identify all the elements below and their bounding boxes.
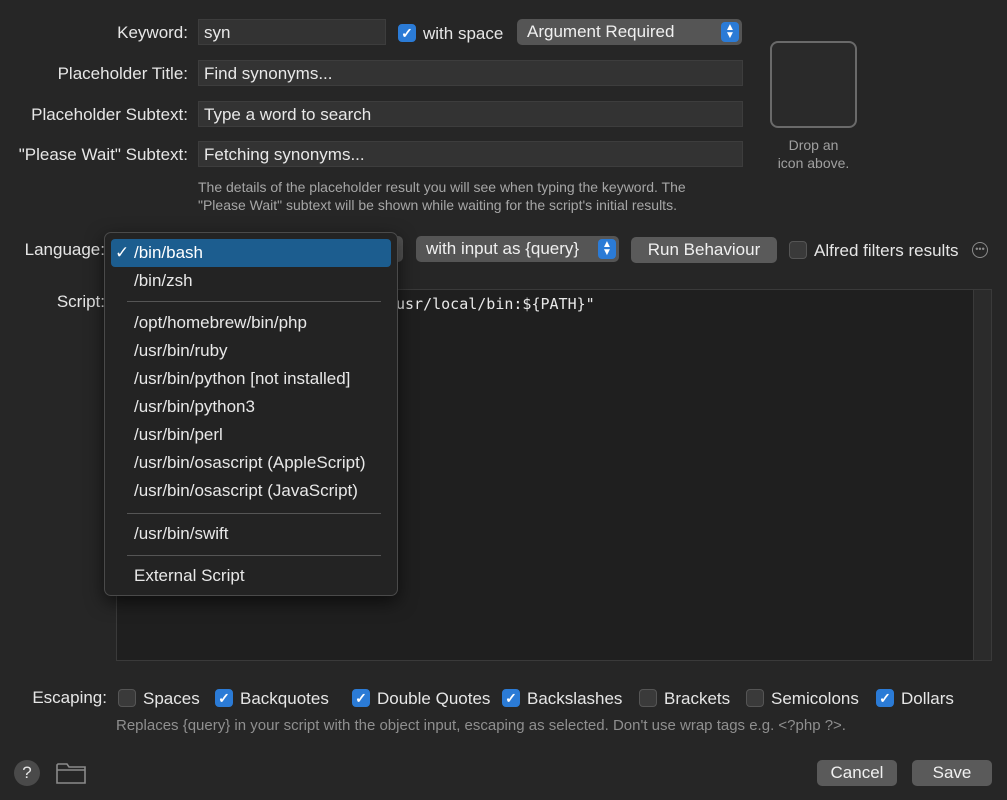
placeholder-subtext-field[interactable]: Type a word to search: [198, 101, 743, 127]
checkmark-icon: ✓: [115, 243, 130, 262]
escaping-label: Escaping:: [32, 688, 107, 707]
checkmark-icon: ✓: [218, 689, 230, 706]
save-button[interactable]: Save: [912, 760, 992, 786]
escaping-dollars-label: Dollars: [901, 689, 954, 708]
script-label: Script:: [56, 292, 105, 311]
escaping-spaces-checkbox[interactable]: [118, 689, 136, 707]
menu-item-perl[interactable]: /usr/bin/perl: [111, 421, 391, 449]
menu-item-python3[interactable]: /usr/bin/python3: [111, 393, 391, 421]
menu-separator: [127, 555, 381, 556]
placeholder-hint-line2: "Please Wait" subtext will be shown whil…: [198, 197, 677, 213]
checkmark-icon: ✓: [355, 689, 367, 706]
please-wait-label: "Please Wait" Subtext:: [18, 145, 188, 164]
menu-item-osascript-javascript[interactable]: /usr/bin/osascript (JavaScript): [111, 477, 391, 505]
ellipsis-circle-icon[interactable]: •••: [972, 242, 988, 258]
folder-icon[interactable]: [56, 761, 86, 790]
escaping-brackets-checkbox[interactable]: [639, 689, 657, 707]
menu-item-swift[interactable]: /usr/bin/swift: [111, 520, 391, 548]
input-mode-value: with input as {query}: [426, 239, 580, 258]
chevron-updown-icon: ▲ ▼: [598, 239, 616, 259]
menu-item-ruby[interactable]: /usr/bin/ruby: [111, 337, 391, 365]
icon-well-caption-line1: Drop an: [788, 137, 839, 153]
argument-popup-value: Argument Required: [527, 22, 675, 41]
keyword-field[interactable]: syn: [198, 19, 386, 45]
escaping-spaces-label: Spaces: [143, 689, 200, 708]
menu-separator: [127, 301, 381, 302]
menu-separator: [127, 513, 381, 514]
placeholder-title-field[interactable]: Find synonyms...: [198, 60, 743, 86]
please-wait-field[interactable]: Fetching synonyms...: [198, 141, 743, 167]
script-scrollbar[interactable]: [973, 290, 991, 660]
menu-item-bin-zsh[interactable]: /bin/zsh: [111, 267, 391, 295]
menu-item-label: /bin/bash: [134, 243, 203, 262]
checkmark-icon: ✓: [879, 689, 891, 706]
input-mode-popup[interactable]: with input as {query} ▲ ▼: [416, 236, 619, 262]
escaping-semicolons-checkbox[interactable]: [746, 689, 764, 707]
escaping-double-quotes-checkbox[interactable]: ✓: [352, 689, 370, 707]
chevron-updown-icon: ▲ ▼: [721, 22, 739, 42]
escaping-dollars-checkbox[interactable]: ✓: [876, 689, 894, 707]
menu-item-php[interactable]: /opt/homebrew/bin/php: [111, 309, 391, 337]
cancel-button[interactable]: Cancel: [817, 760, 897, 786]
with-space-label: with space: [423, 24, 504, 43]
placeholder-hint-line1: The details of the placeholder result yo…: [198, 179, 686, 195]
menu-item-external-script[interactable]: External Script: [111, 562, 391, 590]
escaping-semicolons-label: Semicolons: [771, 689, 859, 708]
escaping-backslashes-checkbox[interactable]: ✓: [502, 689, 520, 707]
with-space-checkbox[interactable]: ✓: [398, 24, 416, 42]
run-behaviour-button[interactable]: Run Behaviour: [631, 237, 777, 263]
menu-item-bin-bash[interactable]: ✓ /bin/bash: [111, 239, 391, 267]
escaping-hint: Replaces {query} in your script with the…: [116, 717, 846, 734]
escaping-backslashes-label: Backslashes: [527, 689, 623, 708]
placeholder-subtext-label: Placeholder Subtext:: [31, 105, 188, 124]
menu-item-python[interactable]: /usr/bin/python [not installed]: [111, 365, 391, 393]
menu-item-osascript-applescript[interactable]: /usr/bin/osascript (AppleScript): [111, 449, 391, 477]
alfred-filters-checkbox[interactable]: [789, 241, 807, 259]
keyword-label: Keyword:: [117, 23, 188, 42]
argument-popup[interactable]: Argument Required ▲ ▼: [517, 19, 742, 45]
help-icon[interactable]: ?: [14, 760, 40, 786]
script-text: usr/local/bin:${PATH}": [396, 295, 595, 313]
escaping-backquotes-checkbox[interactable]: ✓: [215, 689, 233, 707]
escaping-backquotes-label: Backquotes: [240, 689, 329, 708]
checkmark-icon: ✓: [505, 689, 517, 706]
alfred-filters-label: Alfred filters results: [814, 241, 959, 260]
language-menu: ✓ /bin/bash /bin/zsh /opt/homebrew/bin/p…: [104, 232, 398, 596]
placeholder-title-label: Placeholder Title:: [57, 64, 188, 83]
escaping-brackets-label: Brackets: [664, 689, 731, 708]
icon-well-caption-line2: icon above.: [777, 155, 850, 171]
checkmark-icon: ✓: [401, 24, 413, 41]
escaping-double-quotes-label: Double Quotes: [377, 689, 491, 708]
language-label: Language:: [24, 240, 105, 259]
icon-drop-well[interactable]: [770, 41, 857, 128]
